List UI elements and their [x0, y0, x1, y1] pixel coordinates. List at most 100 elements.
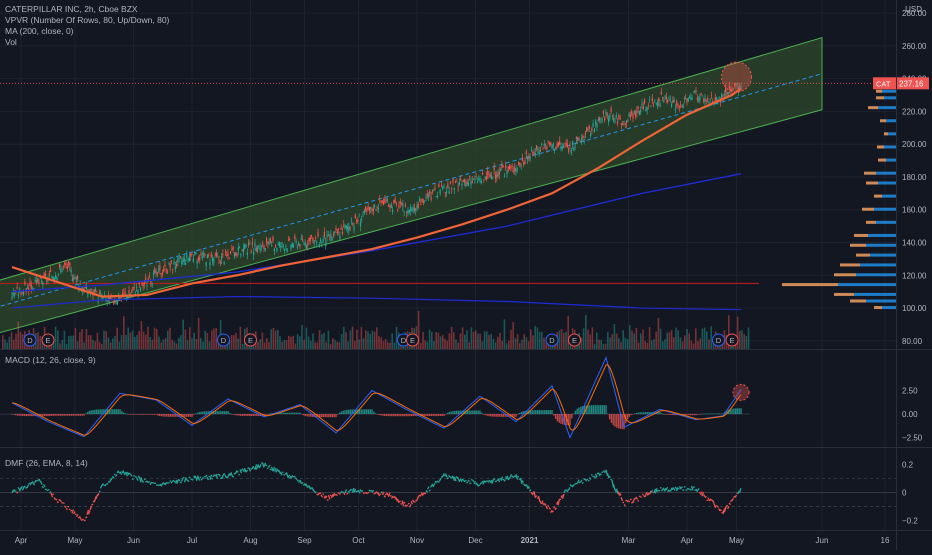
macd-histogram-bar	[731, 409, 732, 414]
candle-body	[230, 251, 231, 253]
volume-bar	[108, 338, 110, 349]
macd-histogram-bar	[659, 412, 660, 414]
candle-body	[693, 92, 694, 93]
vpvr-up-bar	[882, 195, 896, 198]
macd-histogram-bar	[391, 414, 392, 416]
vol-legend[interactable]: Vol	[5, 37, 169, 48]
macd-histogram-bar	[704, 414, 705, 415]
macd-histogram-bar	[404, 414, 405, 416]
candle-body	[542, 147, 543, 148]
candle-body	[224, 261, 225, 264]
macd-histogram-bar	[443, 414, 444, 416]
candle-body	[315, 238, 316, 239]
vpvr-down-bar	[854, 234, 868, 237]
macd-histogram-bar	[29, 414, 30, 416]
macd-histogram-bar	[668, 414, 669, 415]
candle-body	[328, 235, 329, 236]
volume-bar	[200, 338, 202, 349]
dmf-legend[interactable]: DMF (26, EMA, 8, 14)	[5, 458, 88, 468]
candle-body	[589, 125, 590, 128]
macd-histogram-bar	[53, 414, 54, 416]
volume-bar	[636, 328, 638, 349]
vpvr-down-bar	[856, 254, 870, 257]
candle-body	[500, 169, 501, 171]
volume-bar	[70, 336, 72, 349]
macd-y-tick: 0.00	[902, 410, 918, 419]
candle-body	[671, 104, 672, 106]
macd-histogram-bar	[119, 409, 120, 414]
candle-body	[593, 124, 594, 127]
macd-histogram-bar	[17, 414, 18, 416]
candle-body	[74, 278, 75, 279]
macd-histogram-bar	[445, 414, 446, 415]
vpvr-legend[interactable]: VPVR (Number Of Rows, 80, Up/Down, 80)	[5, 15, 169, 26]
candle-body	[145, 277, 146, 280]
dmf-line-segment	[132, 479, 134, 480]
candle-body	[284, 249, 285, 251]
chart-root[interactable]: AprMayJunJulAugSepOctNovDec2021MarAprMay…	[0, 0, 932, 550]
candle-body	[221, 256, 222, 259]
candle-body	[312, 238, 313, 241]
symbol-title[interactable]: CATERPILLAR INC, 2h, Cboe BZX	[5, 4, 169, 15]
macd-histogram-bar	[80, 414, 81, 416]
volume-bar	[596, 333, 598, 349]
macd-histogram-bar	[60, 414, 61, 416]
candle-body	[531, 150, 532, 151]
candle-body	[407, 210, 408, 214]
candle-body	[143, 283, 144, 287]
candle-body	[375, 210, 376, 211]
candle-body	[460, 179, 461, 180]
macd-histogram-bar	[366, 409, 367, 414]
candle-body	[518, 162, 519, 165]
candle-body	[346, 225, 347, 228]
ma-legend[interactable]: MA (200, close, 0)	[5, 26, 169, 37]
volume-bar	[493, 339, 495, 349]
macd-histogram-bar	[634, 413, 635, 414]
candle-body	[415, 208, 416, 210]
volume-bar	[460, 334, 462, 349]
candle-body	[559, 141, 560, 145]
candle-body	[46, 280, 47, 281]
candle-body	[49, 273, 50, 274]
volume-bar	[273, 328, 275, 349]
macd-histogram-bar	[341, 411, 342, 414]
candle-body	[600, 121, 601, 122]
macd-histogram-bar	[281, 413, 282, 414]
candle-body	[530, 157, 531, 159]
volume-bar	[640, 334, 642, 349]
volume-bar	[688, 333, 690, 349]
volume-bar	[633, 334, 635, 349]
candle-body	[519, 163, 520, 166]
volume-bar	[308, 337, 310, 349]
candle-body	[586, 128, 587, 132]
volume-bar	[473, 332, 475, 349]
candle-body	[236, 254, 237, 256]
candle-body	[141, 282, 142, 283]
candle-body	[503, 166, 504, 168]
vpvr-down-bar	[884, 132, 888, 135]
macd-histogram-bar	[310, 414, 311, 417]
macd-histogram-bar	[217, 411, 218, 414]
candle-body	[365, 207, 366, 211]
chart-svg[interactable]: AprMayJunJulAugSepOctNovDec2021MarAprMay…	[0, 0, 932, 550]
candle-body	[447, 184, 448, 188]
badge-label: E	[572, 336, 577, 345]
volume-bar	[482, 341, 484, 349]
candle-body	[662, 97, 663, 98]
macd-legend[interactable]: MACD (12, 26, close, 9)	[5, 355, 96, 365]
candle-body	[263, 246, 264, 249]
macd-histogram-bar	[157, 414, 158, 415]
macd-histogram-bar	[110, 409, 111, 414]
macd-histogram-bar	[447, 413, 448, 414]
volume-bar	[365, 330, 367, 349]
macd-histogram-bar	[373, 412, 374, 414]
candle-body	[663, 100, 664, 102]
macd-histogram-bar	[695, 414, 696, 415]
candle-body	[482, 173, 483, 175]
macd-histogram-bar	[388, 414, 389, 416]
macd-histogram-bar	[253, 414, 254, 416]
candle-body	[658, 98, 659, 102]
candle-body	[292, 243, 293, 247]
candle-body	[580, 141, 581, 142]
dmf-y-tick: −0.2	[902, 516, 918, 525]
